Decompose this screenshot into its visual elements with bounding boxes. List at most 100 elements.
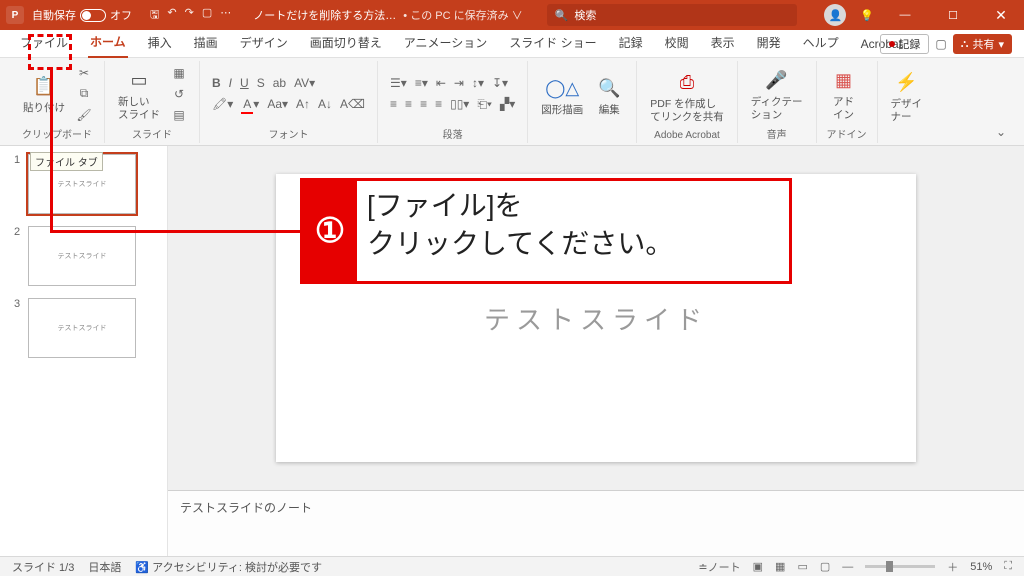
tab-developer[interactable]: 開発 [755, 30, 783, 57]
bold-button[interactable]: B [210, 75, 223, 91]
font-color-button[interactable]: A▾ [239, 96, 261, 112]
strike-button[interactable]: S [255, 75, 267, 91]
slide-thumbnail-panel: 1テストスライド 2テストスライド 3テストスライド [0, 146, 168, 556]
dictate-button[interactable]: 🎤ディクテー ション [748, 64, 806, 122]
document-title[interactable]: ノートだけを削除する方法… • この PC に保存済み ∨ [253, 7, 522, 23]
account-avatar[interactable]: 👤 [824, 4, 846, 26]
copy-icon[interactable]: ⧉ [74, 85, 94, 103]
group-drawing: ◯△図形描画 🔍編集 [528, 61, 637, 143]
shadow-button[interactable]: ab [271, 75, 288, 91]
tab-design[interactable]: デザイン [238, 30, 290, 57]
share-icon: ⛬ [961, 38, 969, 51]
save-icon[interactable]: 🖫 [150, 6, 159, 25]
clear-format-button[interactable]: A⌫ [338, 96, 367, 112]
lightbulb-icon[interactable]: 💡 [860, 9, 874, 22]
underline-button[interactable]: U [238, 75, 251, 91]
align-right-button[interactable]: ≡ [418, 96, 429, 112]
shrink-font-button[interactable]: A↓ [316, 96, 334, 112]
zoom-in-icon[interactable]: ＋ [947, 559, 958, 575]
tab-view[interactable]: 表示 [709, 30, 737, 57]
smartart-button[interactable]: ▞▾ [498, 96, 517, 112]
zoom-slider[interactable] [865, 565, 935, 568]
tab-file[interactable]: ファイル [18, 30, 70, 57]
accessibility-check[interactable]: ♿ アクセシビリティ: 検討が必要です [135, 559, 322, 575]
undo-icon[interactable]: ↶ [167, 6, 176, 25]
quick-access-toolbar: 🖫 ↶ ↷ ▢ ⋯ [142, 6, 239, 25]
line-spacing-button[interactable]: ↕▾ [470, 75, 486, 91]
tab-transitions[interactable]: 画面切り替え [308, 30, 384, 57]
search-box[interactable]: 🔍 検索 [547, 4, 797, 26]
tab-slideshow[interactable]: スライド ショー [507, 30, 598, 57]
close-button[interactable]: ✕ [984, 7, 1018, 24]
align-left-button[interactable]: ≡ [388, 96, 399, 112]
slide-thumbnail[interactable]: テストスライド [28, 226, 136, 286]
change-case-button[interactable]: Aa▾ [265, 96, 290, 112]
toggle-switch-icon[interactable] [80, 9, 106, 22]
ribbon-display-options-icon[interactable]: ▢ [935, 37, 946, 51]
group-label [888, 130, 926, 143]
spacing-button[interactable]: AV▾ [292, 75, 317, 91]
designer-button[interactable]: ⚡デザイ ナー [888, 66, 926, 124]
align-text-button[interactable]: ⎗▾ [475, 96, 494, 113]
section-icon[interactable]: ▤ [169, 106, 189, 124]
italic-button[interactable]: I [227, 75, 234, 91]
bullets-button[interactable]: ☰▾ [388, 75, 409, 91]
shapes-button[interactable]: ◯△図形描画 [538, 72, 586, 118]
tab-insert[interactable]: 挿入 [146, 30, 174, 57]
sorter-view-icon[interactable]: ▦ [775, 560, 785, 573]
slideshow-icon[interactable]: ▢ [202, 6, 212, 25]
title-bar: P 自動保存 オフ 🖫 ↶ ↷ ▢ ⋯ ノートだけを削除する方法… • この P… [0, 0, 1024, 30]
share-button[interactable]: ⛬共有▾ [953, 34, 1012, 54]
indent-decrease-button[interactable]: ⇤ [434, 75, 448, 91]
fit-window-icon[interactable]: ⛶ [1004, 560, 1012, 573]
addin-button[interactable]: ▦アド イン [827, 64, 861, 122]
cut-icon[interactable]: ✂ [74, 64, 94, 82]
slideshow-view-icon[interactable]: ▢ [820, 560, 830, 573]
format-painter-icon[interactable]: 🖌 [74, 106, 94, 124]
columns-button[interactable]: ▯▯▾ [448, 96, 471, 112]
tab-animations[interactable]: アニメーション [402, 30, 490, 57]
group-label: フォント [210, 126, 367, 143]
grow-font-button[interactable]: A↑ [294, 96, 312, 112]
collapse-ribbon-icon[interactable]: ⌄ [988, 119, 1014, 145]
tab-review[interactable]: 校閲 [663, 30, 691, 57]
tab-home[interactable]: ホーム [88, 29, 128, 58]
reading-view-icon[interactable]: ▭ [797, 560, 807, 573]
minimize-button[interactable]: — [888, 9, 922, 21]
notes-toggle[interactable]: ≐ノート [698, 559, 740, 575]
group-label: 音声 [748, 126, 806, 143]
zoom-out-icon[interactable]: — [842, 561, 853, 573]
autosave-toggle[interactable]: 自動保存 オフ [32, 7, 132, 23]
text-direction-button[interactable]: ↧▾ [490, 75, 510, 91]
slide-counter[interactable]: スライド 1/3 [12, 559, 74, 575]
justify-button[interactable]: ≡ [433, 96, 444, 112]
create-pdf-button[interactable]: ⎙PDF を作成し てリンクを共有 [647, 66, 727, 124]
align-center-button[interactable]: ≡ [403, 96, 414, 112]
redo-icon[interactable]: ↷ [185, 6, 194, 25]
normal-view-icon[interactable]: ▣ [753, 560, 763, 573]
tab-record[interactable]: 記録 [617, 30, 645, 57]
status-bar: スライド 1/3 日本語 ♿ アクセシビリティ: 検討が必要です ≐ノート ▣ … [0, 556, 1024, 576]
qat-more-icon[interactable]: ⋯ [220, 6, 231, 25]
group-label [538, 130, 626, 143]
paste-button[interactable]: 📋貼り付け [20, 70, 68, 116]
zoom-level[interactable]: 51% [970, 561, 992, 573]
new-slide-button[interactable]: ▭新しい スライド [115, 64, 163, 122]
slide-canvas[interactable]: テストスライド [276, 174, 916, 462]
notes-pane[interactable]: テストスライドのノート [168, 490, 1024, 556]
indent-increase-button[interactable]: ⇥ [452, 75, 466, 91]
language-indicator[interactable]: 日本語 [88, 559, 121, 575]
numbering-button[interactable]: ≡▾ [413, 75, 430, 91]
edit-area: テストスライド テストスライドのノート [168, 146, 1024, 556]
layout-icon[interactable]: ▦ [169, 64, 189, 82]
record-button[interactable]: 記録 [880, 34, 929, 54]
highlight-button[interactable]: 🖍▾ [210, 96, 235, 112]
slide-thumbnail[interactable]: テストスライド [28, 298, 136, 358]
tab-draw[interactable]: 描画 [192, 30, 220, 57]
maximize-button[interactable]: ☐ [936, 9, 970, 22]
addin-icon: ▦ [830, 66, 858, 94]
reset-icon[interactable]: ↺ [169, 85, 189, 103]
tab-help[interactable]: ヘルプ [801, 30, 841, 57]
group-slides: ▭新しい スライド ▦ ↺ ▤ スライド [105, 61, 200, 143]
edit-button[interactable]: 🔍編集 [592, 72, 626, 118]
